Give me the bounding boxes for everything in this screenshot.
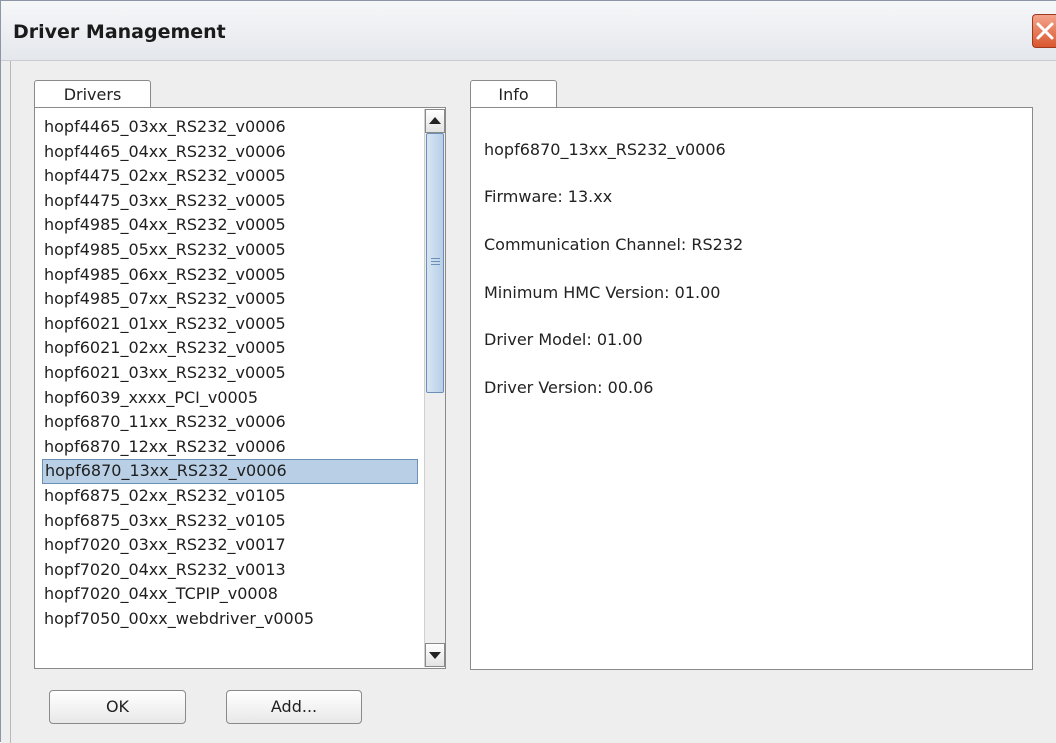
title-bar[interactable]: Driver Management [1, 1, 1056, 61]
list-item[interactable]: hopf6870_12xx_RS232_v0006 [42, 435, 418, 460]
info-communication-channel: Communication Channel: RS232 [484, 235, 744, 254]
list-item[interactable]: hopf7020_03xx_RS232_v0017 [42, 533, 418, 558]
list-item[interactable]: hopf4465_03xx_RS232_v0006 [42, 115, 418, 140]
list-item[interactable]: hopf6870_11xx_RS232_v0006 [42, 410, 418, 435]
scroll-up-button[interactable] [425, 109, 445, 133]
list-item[interactable]: hopf4985_06xx_RS232_v0005 [42, 263, 418, 288]
list-item[interactable]: hopf4985_05xx_RS232_v0005 [42, 238, 418, 263]
window-left-border [10, 61, 11, 743]
list-item[interactable]: hopf6021_02xx_RS232_v0005 [42, 336, 418, 361]
list-item-selected[interactable]: hopf6870_13xx_RS232_v0006 [42, 459, 418, 485]
tab-info[interactable]: Info [470, 80, 557, 108]
list-item[interactable]: hopf7020_04xx_RS232_v0013 [42, 558, 418, 583]
drivers-list-scrollbar[interactable] [424, 109, 445, 667]
info-driver-version: Driver Version: 00.06 [484, 378, 654, 397]
close-icon [1036, 22, 1054, 40]
close-button[interactable] [1032, 14, 1056, 48]
list-item[interactable]: hopf6875_02xx_RS232_v0105 [42, 484, 418, 509]
list-item[interactable]: hopf4475_03xx_RS232_v0005 [42, 189, 418, 214]
list-item[interactable]: hopf4475_02xx_RS232_v0005 [42, 164, 418, 189]
info-driver-model: Driver Model: 01.00 [484, 330, 643, 349]
list-item[interactable]: hopf4985_04xx_RS232_v0005 [42, 213, 418, 238]
tab-drivers[interactable]: Drivers [34, 80, 151, 108]
list-item[interactable]: hopf6021_03xx_RS232_v0005 [42, 361, 418, 386]
info-panel: hopf6870_13xx_RS232_v0006 Firmware: 13.x… [470, 107, 1033, 670]
window-title: Driver Management [13, 21, 226, 43]
list-item[interactable]: hopf6875_03xx_RS232_v0105 [42, 509, 418, 534]
arrow-down-icon [429, 652, 441, 659]
grip-line [431, 261, 440, 262]
arrow-up-icon [429, 117, 441, 124]
list-item[interactable]: hopf7020_04xx_TCPIP_v0008 [42, 582, 418, 607]
drivers-list[interactable]: hopf4465_03xx_RS232_v0006 hopf4465_04xx_R… [36, 109, 424, 667]
driver-management-window: Driver Management Drivers Info hopf4465_… [0, 0, 1056, 743]
list-item[interactable]: hopf7050_00xx_webdriver_v0005 [42, 607, 418, 632]
drivers-list-panel: hopf4465_03xx_RS232_v0006 hopf4465_04xx_R… [34, 107, 446, 669]
scroll-down-button[interactable] [425, 643, 445, 667]
info-firmware: Firmware: 13.xx [484, 187, 613, 206]
list-item[interactable]: hopf4465_04xx_RS232_v0006 [42, 140, 418, 165]
add-button[interactable]: Add... [226, 690, 362, 724]
grip-line [431, 264, 440, 265]
info-minimum-hmc-version: Minimum HMC Version: 01.00 [484, 283, 721, 302]
list-item[interactable]: hopf6039_xxxx_PCI_v0005 [42, 386, 418, 411]
info-driver-name: hopf6870_13xx_RS232_v0006 [484, 140, 726, 159]
list-item[interactable]: hopf6021_01xx_RS232_v0005 [42, 312, 418, 337]
list-item[interactable]: hopf4985_07xx_RS232_v0005 [42, 287, 418, 312]
scroll-thumb[interactable] [426, 133, 444, 393]
ok-button[interactable]: OK [49, 690, 186, 724]
grip-line [431, 258, 440, 259]
